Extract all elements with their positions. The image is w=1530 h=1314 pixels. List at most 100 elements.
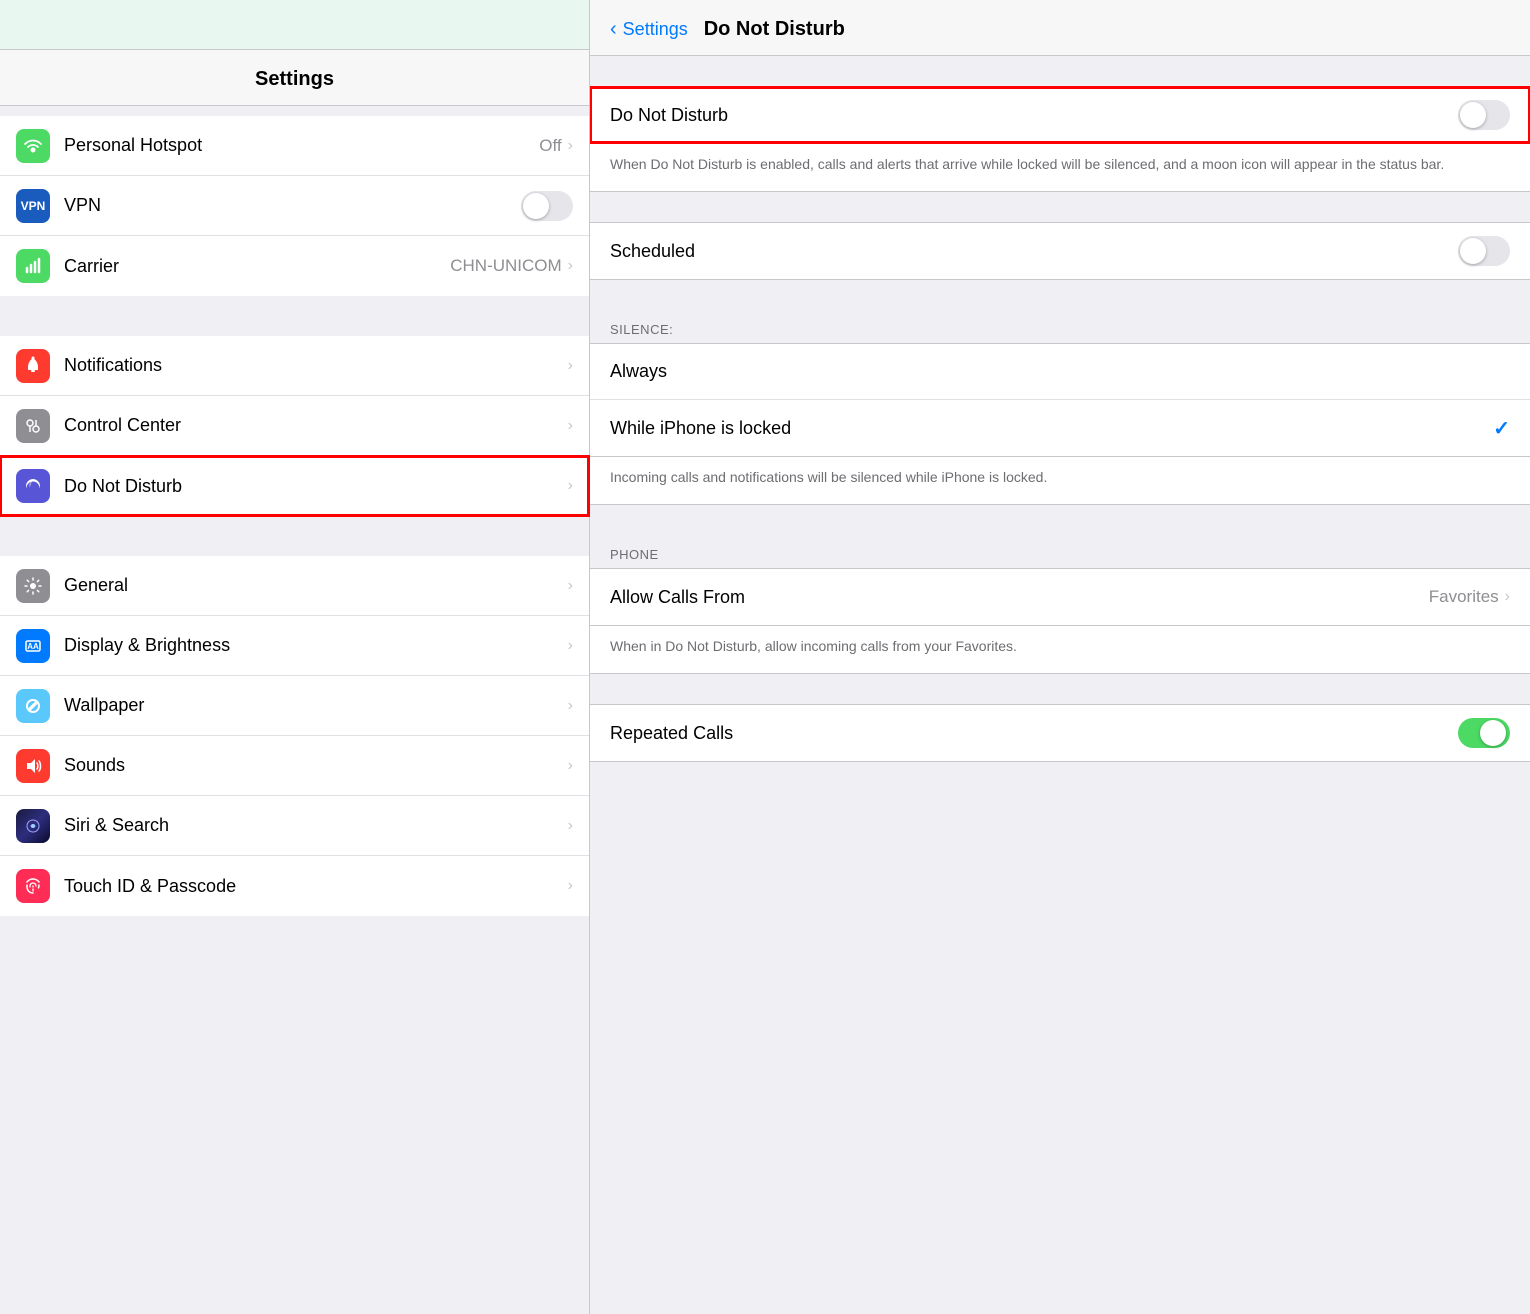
control-center-icon: [16, 409, 50, 443]
wallpaper-chevron: ›: [568, 697, 573, 715]
sidebar-item-hotspot[interactable]: Personal Hotspot Off ›: [0, 116, 589, 176]
spacer-5: [590, 674, 1530, 704]
wallpaper-icon: [16, 689, 50, 723]
hotspot-chevron: ›: [568, 137, 573, 155]
general-chevron: ›: [568, 577, 573, 595]
locked-description: Incoming calls and notifications will be…: [590, 457, 1530, 505]
sidebar-item-sounds[interactable]: Sounds ›: [0, 736, 589, 796]
allow-calls-description: When in Do Not Disturb, allow incoming c…: [590, 626, 1530, 674]
display-icon: AA: [16, 629, 50, 663]
dnd-toggle-label: Do Not Disturb: [610, 105, 1458, 126]
repeated-calls-row[interactable]: Repeated Calls: [590, 705, 1530, 761]
always-label: Always: [610, 361, 1510, 382]
vpn-toggle[interactable]: [521, 191, 573, 221]
left-panel: Settings Personal Hotspot Off › VPN VPN: [0, 0, 590, 1314]
spacer-3: [590, 280, 1530, 310]
sidebar-item-carrier[interactable]: Carrier CHN-UNICOM ›: [0, 236, 589, 296]
sounds-label: Sounds: [64, 755, 568, 776]
sounds-chevron: ›: [568, 757, 573, 775]
top-icon-area: [0, 0, 589, 50]
repeated-calls-label: Repeated Calls: [610, 723, 1458, 744]
scheduled-block: Scheduled: [590, 222, 1530, 280]
notifications-icon: [16, 349, 50, 383]
silence-block: Always While iPhone is locked ✓: [590, 343, 1530, 457]
scheduled-row[interactable]: Scheduled: [590, 223, 1530, 279]
wallpaper-label: Wallpaper: [64, 695, 568, 716]
carrier-icon: [16, 249, 50, 283]
vpn-label: VPN: [64, 195, 521, 216]
sidebar-item-do-not-disturb[interactable]: Do Not Disturb ›: [0, 456, 589, 516]
system-group: Notifications › Control Center ›: [0, 336, 589, 516]
always-row[interactable]: Always: [590, 344, 1530, 400]
sidebar-item-display[interactable]: AA Display & Brightness ›: [0, 616, 589, 676]
touch-id-chevron: ›: [568, 877, 573, 895]
hotspot-value: Off: [539, 136, 561, 156]
while-locked-checkmark: ✓: [1493, 416, 1510, 441]
allow-calls-value: Favorites: [1429, 587, 1499, 607]
control-center-label: Control Center: [64, 415, 568, 436]
spacer-4: [590, 505, 1530, 535]
back-chevron-icon: ‹: [610, 18, 617, 41]
right-content: Do Not Disturb When Do Not Disturb is en…: [590, 56, 1530, 1314]
dnd-block: Do Not Disturb: [590, 86, 1530, 144]
do-not-disturb-icon: [16, 469, 50, 503]
svg-text:AA: AA: [27, 642, 39, 651]
right-header: ‹ Settings Do Not Disturb: [590, 0, 1530, 56]
back-button[interactable]: Settings: [623, 19, 688, 40]
repeated-calls-block: Repeated Calls: [590, 704, 1530, 762]
dnd-toggle-row[interactable]: Do Not Disturb: [590, 87, 1530, 143]
settings-title: Settings: [255, 68, 334, 90]
sidebar-item-vpn[interactable]: VPN VPN: [0, 176, 589, 236]
sounds-icon: [16, 749, 50, 783]
do-not-disturb-chevron: ›: [568, 477, 573, 495]
dnd-description: When Do Not Disturb is enabled, calls an…: [590, 144, 1530, 192]
carrier-chevron: ›: [568, 257, 573, 275]
sidebar-item-touch-id[interactable]: Touch ID & Passcode ›: [0, 856, 589, 916]
siri-chevron: ›: [568, 817, 573, 835]
silence-section-label: SILENCE:: [590, 310, 1530, 343]
preferences-group: General › AA Display & Brightness › Wall…: [0, 556, 589, 916]
spacer-top: [590, 56, 1530, 86]
phone-section-label: PHONE: [590, 535, 1530, 568]
left-header: Settings: [0, 50, 589, 106]
notifications-chevron: ›: [568, 357, 573, 375]
phone-block: Allow Calls From Favorites ›: [590, 568, 1530, 626]
siri-label: Siri & Search: [64, 815, 568, 836]
allow-calls-row[interactable]: Allow Calls From Favorites ›: [590, 569, 1530, 625]
hotspot-label: Personal Hotspot: [64, 135, 539, 156]
notifications-label: Notifications: [64, 355, 568, 376]
spacer-bottom: [590, 762, 1530, 792]
sidebar-item-wallpaper[interactable]: Wallpaper ›: [0, 676, 589, 736]
repeated-calls-toggle[interactable]: [1458, 718, 1510, 748]
touch-id-icon: [16, 869, 50, 903]
control-center-chevron: ›: [568, 417, 573, 435]
carrier-value: CHN-UNICOM: [450, 256, 561, 276]
siri-icon: [16, 809, 50, 843]
dnd-toggle[interactable]: [1458, 100, 1510, 130]
right-panel: ‹ Settings Do Not Disturb Do Not Disturb…: [590, 0, 1530, 1314]
separator-2: [0, 516, 589, 546]
hotspot-icon: [16, 129, 50, 163]
while-locked-label: While iPhone is locked: [610, 418, 1493, 439]
vpn-icon: VPN: [16, 189, 50, 223]
display-label: Display & Brightness: [64, 635, 568, 656]
allow-calls-label: Allow Calls From: [610, 587, 1429, 608]
general-icon: [16, 569, 50, 603]
scheduled-toggle[interactable]: [1458, 236, 1510, 266]
carrier-label: Carrier: [64, 256, 450, 277]
spacer-2: [590, 192, 1530, 222]
display-chevron: ›: [568, 637, 573, 655]
do-not-disturb-label: Do Not Disturb: [64, 476, 568, 497]
network-group: Personal Hotspot Off › VPN VPN Carrier: [0, 116, 589, 296]
touch-id-label: Touch ID & Passcode: [64, 876, 568, 897]
separator-1: [0, 296, 589, 326]
sidebar-item-control-center[interactable]: Control Center ›: [0, 396, 589, 456]
sidebar-item-general[interactable]: General ›: [0, 556, 589, 616]
scheduled-label: Scheduled: [610, 241, 1458, 262]
while-locked-row[interactable]: While iPhone is locked ✓: [590, 400, 1530, 456]
sidebar-item-siri[interactable]: Siri & Search ›: [0, 796, 589, 856]
sidebar-item-notifications[interactable]: Notifications ›: [0, 336, 589, 396]
general-label: General: [64, 575, 568, 596]
right-title: Do Not Disturb: [704, 18, 845, 41]
allow-calls-chevron: ›: [1505, 588, 1510, 606]
